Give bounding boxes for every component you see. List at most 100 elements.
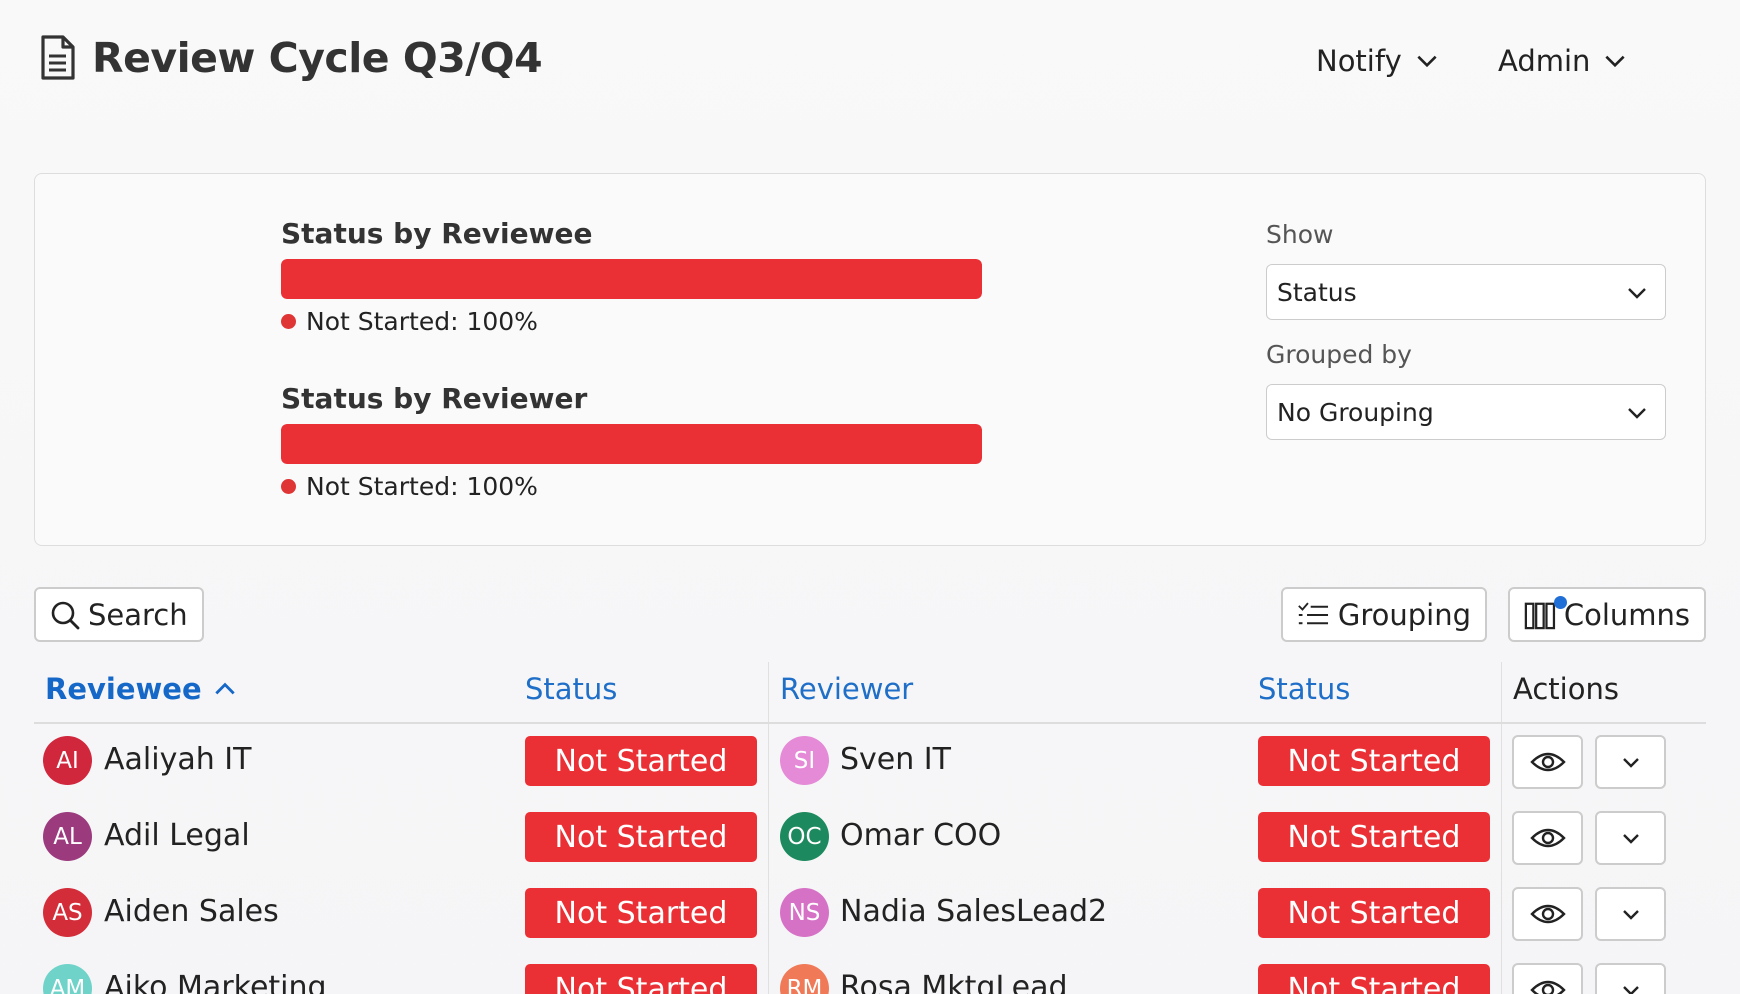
column-header-label: Reviewer (780, 672, 914, 706)
notify-label: Notify (1316, 44, 1402, 78)
reviewer-status-title: Status by Reviewer (281, 382, 588, 415)
reviewee-status-badge: Not Started (525, 736, 757, 786)
admin-menu[interactable]: Admin (1498, 44, 1628, 78)
column-header-reviewer[interactable]: Reviewer (780, 672, 913, 706)
eye-icon (1529, 904, 1566, 924)
legend-value: 100% (466, 307, 538, 336)
chevron-down-icon (1417, 55, 1437, 68)
columns-button[interactable]: Columns (1508, 587, 1706, 642)
eye-icon (1529, 828, 1566, 848)
table-row: AI Aaliyah IT Not Started SI Sven IT Not… (34, 724, 1706, 800)
chevron-down-icon (1622, 986, 1639, 994)
reviewee-avatar: AL (43, 812, 92, 861)
document-icon (41, 35, 75, 80)
legend-dot (281, 479, 296, 494)
column-header-reviewee[interactable]: Reviewee (45, 672, 238, 706)
reviews-table: Reviewee Status Reviewer Status Actions … (34, 662, 1706, 994)
reviewee-legend: Not Started 100% (281, 307, 538, 336)
page-header: Review Cycle Q3/Q4 Notify Admin (0, 0, 1740, 120)
eye-icon (1529, 980, 1566, 994)
view-button[interactable] (1512, 887, 1583, 941)
search-icon (51, 601, 80, 629)
reviewee-status-badge: Not Started (525, 888, 757, 938)
title-area: Review Cycle Q3/Q4 (38, 34, 543, 82)
reviewer-avatar: SI (780, 736, 829, 785)
status-summary-card: Status by Reviewee Not Started 100% Stat… (34, 173, 1706, 546)
grouped-by-select[interactable]: No Grouping (1266, 384, 1666, 440)
reviewee-status-title: Status by Reviewee (281, 217, 593, 250)
table-header: Reviewee Status Reviewer Status Actions (34, 662, 1706, 724)
reviewee-status-bar-fill (281, 259, 982, 299)
reviewee-name[interactable]: Aiko Marketing (104, 970, 327, 994)
columns-notification-dot (1554, 596, 1567, 609)
reviewer-avatar: OC (780, 812, 829, 861)
search-button-label: Search (88, 597, 188, 632)
reviewee-status-badge: Not Started (525, 964, 757, 994)
grouping-button[interactable]: Grouping (1281, 587, 1487, 642)
more-actions-button[interactable] (1595, 811, 1666, 865)
legend-value: 100% (466, 472, 538, 501)
reviewee-avatar: AM (43, 964, 92, 994)
show-select[interactable]: Status (1266, 264, 1666, 320)
more-actions-button[interactable] (1595, 963, 1666, 994)
eye-icon (1529, 752, 1566, 772)
reviewee-avatar: AS (43, 888, 92, 937)
more-actions-button[interactable] (1595, 735, 1666, 789)
columns-icon (1524, 602, 1556, 629)
table-row: AS Aiden Sales Not Started NS Nadia Sale… (34, 876, 1706, 952)
column-header-reviewer-status[interactable]: Status (1258, 672, 1350, 706)
grouped-by-select-value: No Grouping (1277, 397, 1434, 427)
table-row: AL Adil Legal Not Started OC Omar COO No… (34, 800, 1706, 876)
reviewer-name[interactable]: Sven IT (840, 742, 951, 777)
reviewer-name[interactable]: Nadia SalesLead2 (840, 894, 1107, 929)
reviewer-name[interactable]: Omar COO (840, 818, 1001, 853)
grouping-list-icon (1298, 602, 1329, 624)
reviewer-status-badge: Not Started (1258, 812, 1490, 862)
reviewer-legend: Not Started 100% (281, 472, 538, 501)
reviewee-name[interactable]: Aiden Sales (104, 894, 279, 929)
chevron-down-icon (1628, 288, 1646, 299)
reviewee-status-badge: Not Started (525, 812, 757, 862)
table-body: AI Aaliyah IT Not Started SI Sven IT Not… (34, 724, 1706, 994)
reviewer-avatar: RM (780, 964, 829, 994)
reviewer-status-badge: Not Started (1258, 888, 1490, 938)
chevron-down-icon (1628, 408, 1646, 419)
chevron-down-icon (1622, 910, 1639, 920)
more-actions-button[interactable] (1595, 887, 1666, 941)
admin-label: Admin (1498, 44, 1591, 78)
legend-dot (281, 314, 296, 329)
show-label: Show (1266, 220, 1334, 249)
reviewee-status-bar (281, 259, 982, 299)
column-header-label: Reviewee (45, 672, 202, 706)
column-header-label: Actions (1513, 672, 1619, 706)
search-button[interactable]: Search (34, 587, 204, 642)
chevron-down-icon (1622, 834, 1639, 844)
chevron-up-icon (214, 682, 235, 695)
reviewer-status-badge: Not Started (1258, 736, 1490, 786)
show-select-value: Status (1277, 277, 1357, 307)
notify-menu[interactable]: Notify (1316, 44, 1440, 78)
reviewee-name[interactable]: Aaliyah IT (104, 742, 251, 777)
legend-label: Not Started (306, 472, 466, 501)
column-header-actions: Actions (1513, 672, 1619, 706)
view-button[interactable] (1512, 811, 1583, 865)
grouping-button-label: Grouping (1337, 597, 1471, 632)
reviewee-name[interactable]: Adil Legal (104, 818, 250, 853)
reviewer-status-bar (281, 424, 982, 464)
legend-label: Not Started (306, 307, 466, 336)
columns-button-label: Columns (1563, 597, 1690, 632)
reviewee-avatar: AI (43, 736, 92, 785)
view-button[interactable] (1512, 735, 1583, 789)
table-row: AM Aiko Marketing Not Started RM Rosa Mk… (34, 952, 1706, 994)
page-title: Review Cycle Q3/Q4 (92, 34, 543, 82)
column-header-label: Status (1258, 672, 1351, 706)
chevron-down-icon (1622, 758, 1639, 768)
reviewer-avatar: NS (780, 888, 829, 937)
reviewer-status-bar-fill (281, 424, 982, 464)
column-header-label: Status (525, 672, 618, 706)
view-button[interactable] (1512, 963, 1583, 994)
column-header-reviewee-status[interactable]: Status (525, 672, 617, 706)
chevron-down-icon (1605, 55, 1626, 68)
reviewer-name[interactable]: Rosa MktgLead (840, 970, 1068, 994)
grouped-by-label: Grouped by (1266, 340, 1412, 369)
